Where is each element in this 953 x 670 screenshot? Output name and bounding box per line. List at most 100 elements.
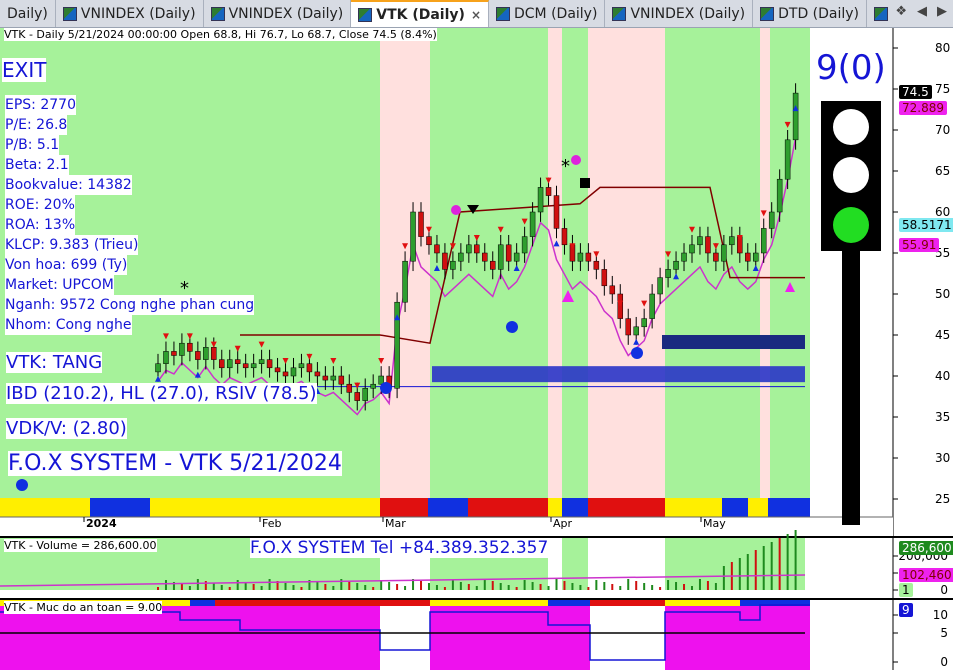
light-middle: [833, 157, 869, 193]
volume-bar: [228, 587, 231, 590]
info-circle-icon: [506, 321, 518, 333]
chart-tab-icon: [210, 6, 225, 21]
chart-tab-icon: [62, 6, 77, 21]
volume-avg-badge: 102,460: [899, 568, 953, 582]
volume-tick-label: 0: [940, 583, 948, 597]
candle-body: [306, 363, 313, 373]
candle-body: [211, 347, 217, 360]
safety-status-strip: [190, 600, 215, 606]
candle-body: [561, 228, 568, 246]
volume-bar: [531, 582, 534, 590]
star-marker-icon: *: [561, 156, 570, 177]
trend-zone: [548, 28, 562, 498]
candle-body: [792, 92, 799, 141]
status-bar-segment: [0, 498, 90, 517]
status-bar-segment: [785, 498, 810, 517]
close-tab-icon[interactable]: ×: [471, 8, 481, 22]
candle-body: [442, 252, 448, 270]
candle-body: [474, 244, 480, 254]
candle-body: [601, 269, 608, 287]
traffic-light: [821, 101, 881, 251]
candle-body: [649, 293, 655, 319]
fundamental-item: P/B: 5.1: [5, 135, 60, 155]
volume-bar: [643, 583, 646, 590]
candle-body: [633, 326, 639, 336]
tab-6[interactable]: DTD (Daily): [753, 0, 868, 27]
chart-tab-icon: [358, 7, 373, 22]
fundamental-item: EPS: 2770: [5, 95, 76, 115]
status-bar-segment: [665, 498, 722, 517]
volume-bar: [698, 579, 701, 590]
fundamental-item: Von hoa: 699 (Ty): [5, 255, 128, 275]
price-tick-label: 70: [935, 123, 950, 137]
volume-bar: [188, 586, 191, 590]
chart-tab-icon: [496, 6, 510, 21]
candle-body: [657, 277, 663, 295]
tab-3[interactable]: VTK (Daily) ×: [351, 0, 489, 27]
chart-tab-icon: [874, 6, 889, 21]
tab-label: VNINDEX (Daily): [80, 5, 196, 22]
vdk-label: VDK/V: (2.80): [6, 418, 127, 439]
volume-bar: [523, 580, 526, 590]
volume-bar: [619, 586, 622, 590]
candle-body: [203, 347, 209, 360]
tab-5[interactable]: VNINDEX (Daily): [605, 0, 754, 27]
tab-label: VTK (Daily): [376, 6, 465, 23]
candle-body: [760, 228, 767, 254]
candle-body: [466, 244, 472, 254]
safety-badge: 9: [899, 603, 913, 617]
volume-bar: [427, 583, 430, 590]
tab-scroll-icon[interactable]: ❖: [895, 4, 907, 19]
candle-body: [753, 252, 759, 262]
date-axis-label: Mar: [385, 517, 406, 530]
candle-body: [482, 252, 488, 262]
chart-tab-bar: Daily) VNINDEX (Daily) VNINDEX (Daily) VTK …: [0, 0, 953, 28]
candle-body: [458, 252, 464, 262]
info-circle-icon: [16, 479, 28, 491]
volume-bar: [459, 582, 462, 590]
volume-bar: [268, 579, 271, 590]
volume-bar: [499, 583, 502, 590]
volume-bar: [300, 587, 303, 590]
volume-bar: [396, 584, 399, 590]
candle-body: [250, 363, 257, 369]
candle-body: [426, 236, 432, 246]
date-axis-label: 2024: [86, 517, 117, 530]
candle-body: [641, 318, 647, 328]
candle-body: [784, 139, 791, 180]
price-tick-label: 35: [935, 410, 950, 424]
tab-navigation: ❖ ◀ ▶: [889, 0, 953, 23]
date-axis-label: Feb: [262, 517, 282, 530]
volume-bar: [332, 586, 335, 590]
candle-body: [370, 383, 376, 389]
fundamentals-list: EPS: 2770 P/E: 26.8 P/B: 5.1 Beta: 2.1 Bookv…: [5, 95, 255, 335]
safety-status-strip: [590, 600, 665, 606]
volume-bar: [236, 580, 239, 590]
volume-bar: [635, 581, 638, 590]
tab-scroll-right-icon[interactable]: ▶: [937, 4, 947, 19]
candle-body: [505, 244, 512, 262]
volume-bar: [754, 550, 757, 590]
candle-body: [553, 195, 560, 229]
support-zone-box: [432, 366, 805, 383]
tab-4[interactable]: DCM (Daily): [489, 0, 606, 27]
candle-body: [242, 363, 249, 369]
light-bottom: [833, 207, 869, 243]
volume-bar: [284, 583, 287, 590]
tab-0[interactable]: Daily): [0, 0, 56, 27]
candle-body: [171, 351, 177, 356]
candle-body: [585, 252, 592, 262]
candle-body: [362, 388, 368, 401]
last-price-badge: 74.5: [899, 85, 932, 99]
tab-1[interactable]: VNINDEX (Daily): [56, 0, 204, 27]
candle-body: [776, 178, 783, 213]
tab-label: VNINDEX (Daily): [630, 5, 746, 22]
safety-panel-title: VTK - Muc do an toan = 9.00: [4, 601, 163, 614]
safety-status-strip: [548, 600, 590, 606]
status-bar-segment: [588, 498, 665, 517]
tab-scroll-left-icon[interactable]: ◀: [917, 4, 927, 19]
candle-body: [322, 375, 329, 381]
volume-panel-title: VTK - Volume = 286,600.00: [4, 539, 157, 552]
tab-2[interactable]: VNINDEX (Daily): [204, 0, 352, 27]
safety-zone: [548, 600, 590, 670]
